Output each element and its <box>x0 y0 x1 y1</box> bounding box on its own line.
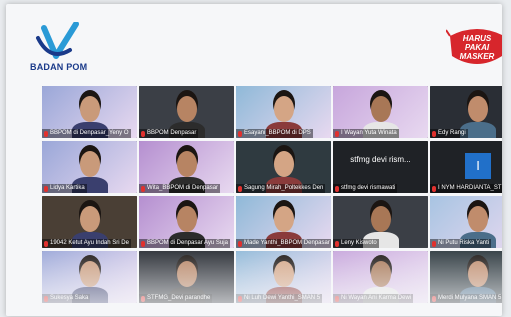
muted-mic-icon <box>141 241 145 247</box>
muted-mic-icon <box>238 296 242 302</box>
video-conference-screenshot: BADAN POM HARUS PAKAI MASKER BBPOM di De… <box>0 0 511 317</box>
badan-pom-text: BADAN POM <box>30 62 88 72</box>
muted-mic-icon <box>44 186 48 192</box>
participant-name-label: BBPOM Denpasar <box>139 129 199 138</box>
muted-mic-icon <box>432 241 436 247</box>
participant-face <box>468 206 488 232</box>
participant-face <box>80 151 100 177</box>
muted-mic-icon <box>335 186 339 192</box>
participant-face <box>371 261 391 287</box>
muted-mic-icon <box>44 296 48 302</box>
badan-pom-emblem-icon <box>36 21 79 59</box>
participant-name-label: Wita_BBPOM di Denpasar <box>139 184 221 193</box>
participant-tile[interactable]: Edy Rangi <box>430 86 502 138</box>
muted-mic-icon <box>141 131 145 137</box>
participant-name-label: Ni Wayan Ani Karma Dewi <box>333 294 414 303</box>
participant-tile[interactable]: BBPOM di Denpasar_Yeny O <box>42 86 137 138</box>
participant-tile[interactable]: STFMG_Devi parandhe <box>139 251 234 303</box>
participant-face <box>274 261 294 287</box>
muted-mic-icon <box>141 296 145 302</box>
harus-pakai-masker-badge: HARUS PAKAI MASKER <box>446 22 502 70</box>
participant-tile[interactable]: Ni Putu Riska Yanti <box>430 196 502 248</box>
participant-face <box>80 206 100 232</box>
muted-mic-icon <box>335 296 339 302</box>
participant-name-label: STFMG_Devi parandhe <box>139 294 213 303</box>
muted-mic-icon <box>44 131 48 137</box>
participant-face <box>274 96 294 122</box>
participant-name-label: Sukesya Saka <box>42 294 91 303</box>
muted-mic-icon <box>432 296 436 302</box>
participant-name-label: Leny Kiswoto <box>333 239 379 248</box>
participant-face <box>177 261 197 287</box>
muted-mic-icon <box>238 241 242 247</box>
badan-pom-logo: BADAN POM <box>30 21 94 74</box>
participant-face <box>371 96 391 122</box>
participant-name-label: Esayani_BBPOM di DPS <box>236 129 313 138</box>
participant-face <box>80 261 100 287</box>
participant-name-label: 19042 Ketut Ayu Indah Sri De <box>42 239 131 248</box>
participant-name-label: Merdi Mulyana SMAN 5 Den <box>430 294 502 303</box>
participant-face <box>274 151 294 177</box>
muted-mic-icon <box>335 131 339 137</box>
muted-mic-icon <box>432 186 436 192</box>
muted-mic-icon <box>335 241 339 247</box>
participant-tile[interactable]: I I NYM HARDIANTA_STFMG <box>430 141 502 193</box>
participant-tile[interactable]: I Wayan Yuta Winata <box>333 86 428 138</box>
participant-tile[interactable]: Sagung Mirah_Poltekkes Den <box>236 141 331 193</box>
participant-face <box>177 206 197 232</box>
participant-tile[interactable]: Esayani_BBPOM di DPS <box>236 86 331 138</box>
muted-mic-icon <box>432 131 436 137</box>
participant-tile[interactable]: Merdi Mulyana SMAN 5 Den <box>430 251 502 303</box>
mask-text-line2: PAKAI <box>464 43 490 52</box>
participant-name-label: BBPOM di Denpasar_Yeny O <box>42 129 131 138</box>
participant-face <box>80 96 100 122</box>
participant-face <box>177 151 197 177</box>
participant-tile[interactable]: Leny Kiswoto <box>333 196 428 248</box>
participant-name-label: Ni Luh Dewi Yanthi_SMAN 5 <box>236 294 323 303</box>
participant-display-name-overlay: stfmg devi rism... <box>350 155 411 164</box>
participant-tile[interactable]: Made Yanthi_BBPOM Denpasar <box>236 196 331 248</box>
participant-name-label: Made Yanthi_BBPOM Denpasar <box>236 239 331 248</box>
participant-grid: BBPOM di Denpasar_Yeny O BBPOM Denpasar Es… <box>42 86 502 316</box>
participant-name-label: BBPOM di Denpasar Ayu Suja <box>139 239 230 248</box>
participant-face <box>468 261 488 287</box>
participant-name-label: I NYM HARDIANTA_STFMG <box>430 184 502 193</box>
muted-mic-icon <box>238 131 242 137</box>
participant-tile[interactable]: stfmg devi rism... stfmg devi rismawati <box>333 141 428 193</box>
mask-text-line1: HARUS <box>462 34 492 43</box>
muted-mic-icon <box>238 186 242 192</box>
participant-tile[interactable]: Wita_BBPOM di Denpasar <box>139 141 234 193</box>
participant-tile[interactable]: BBPOM di Denpasar Ayu Suja <box>139 196 234 248</box>
participant-face <box>177 96 197 122</box>
participant-tile[interactable]: Sukesya Saka <box>42 251 137 303</box>
muted-mic-icon <box>44 241 48 247</box>
participant-tile[interactable]: Ni Luh Dewi Yanthi_SMAN 5 <box>236 251 331 303</box>
backdrop-wall: BADAN POM HARUS PAKAI MASKER BBPOM di De… <box>6 4 502 316</box>
participant-initial-avatar: I <box>465 153 491 179</box>
participant-tile[interactable]: 19042 Ketut Ayu Indah Sri De <box>42 196 137 248</box>
participant-face <box>371 206 391 232</box>
participant-face <box>274 206 294 232</box>
participant-name-label: Sagung Mirah_Poltekkes Den <box>236 184 326 193</box>
participant-tile[interactable]: Ni Wayan Ani Karma Dewi <box>333 251 428 303</box>
mask-text-line3: MASKER <box>459 52 495 61</box>
participant-name-label: Ni Putu Riska Yanti <box>430 239 492 248</box>
participant-face <box>468 96 488 122</box>
participant-name-label: stfmg devi rismawati <box>333 184 398 193</box>
muted-mic-icon <box>141 186 145 192</box>
participant-name-label: I Wayan Yuta Winata <box>333 129 399 138</box>
participant-tile[interactable]: Lidya Kartika <box>42 141 137 193</box>
participant-tile[interactable]: BBPOM Denpasar <box>139 86 234 138</box>
participant-name-label: Lidya Kartika <box>42 184 87 193</box>
